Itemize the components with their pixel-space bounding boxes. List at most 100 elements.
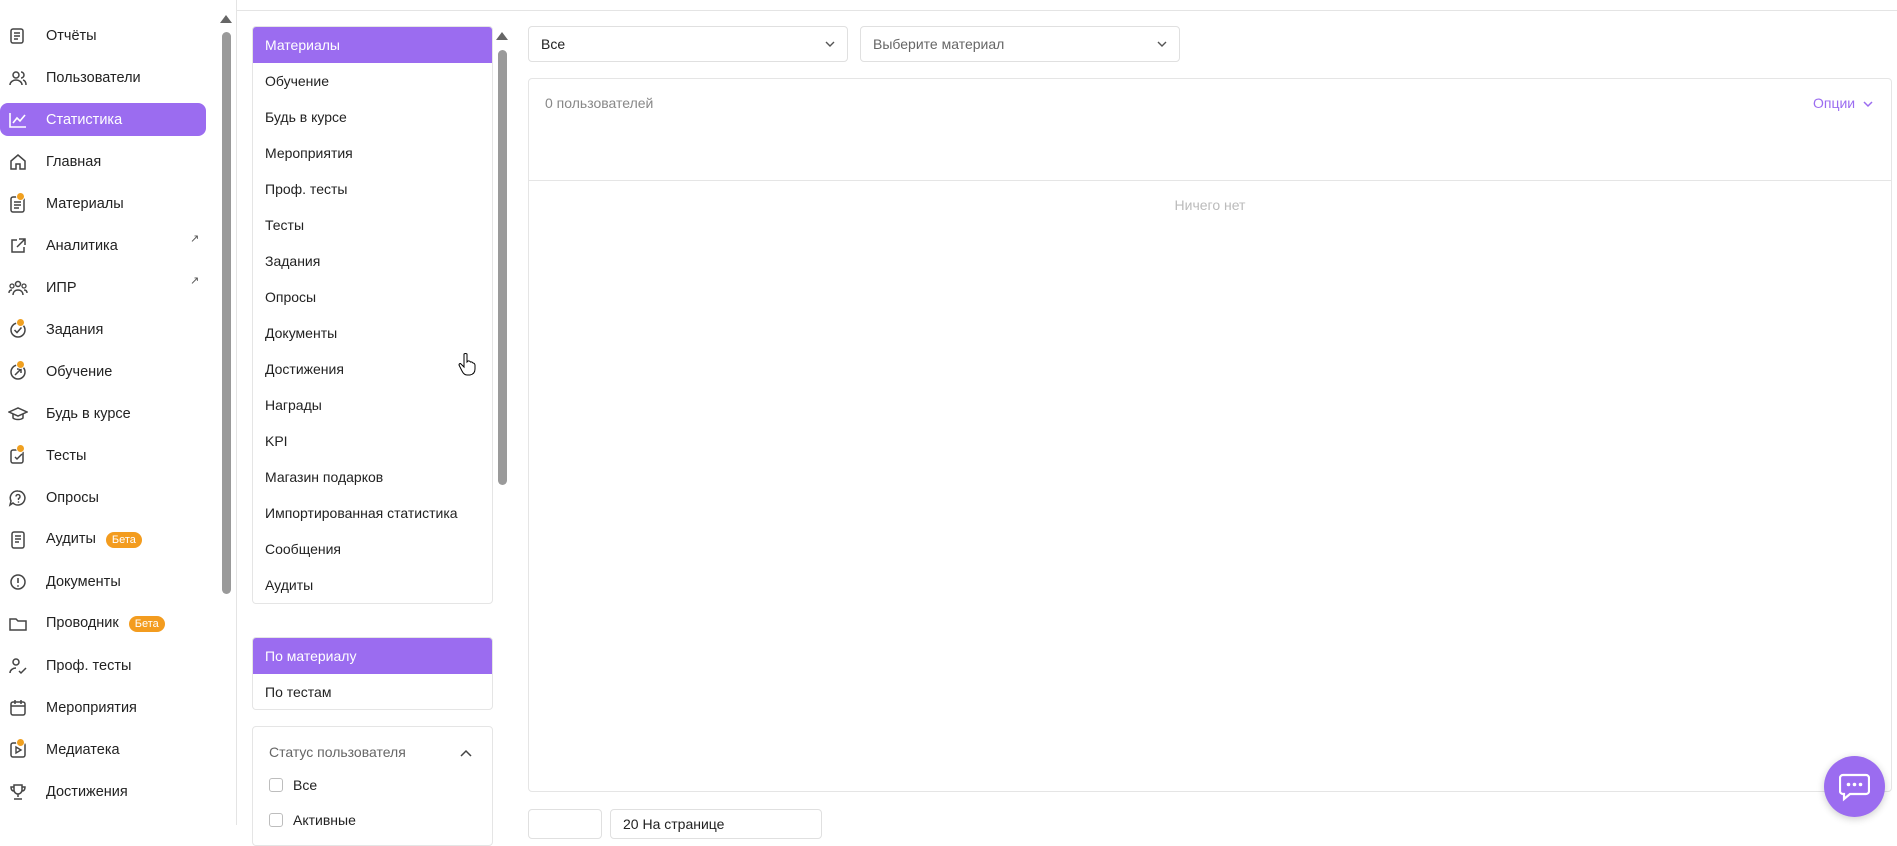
reports-icon	[8, 26, 28, 46]
calendar-icon	[8, 698, 28, 718]
hand-cursor-icon	[458, 353, 476, 376]
sidebar-item-16[interactable]: Мероприятия	[0, 691, 206, 724]
chevron-up-icon[interactable]	[460, 749, 472, 757]
user-status-title: Статус пользователя	[269, 744, 406, 760]
notification-dot	[16, 444, 25, 453]
nav-scroll-up-arrow[interactable]	[220, 15, 232, 23]
question-bubble-icon	[8, 488, 28, 508]
notification-dot	[16, 318, 25, 327]
team-icon	[8, 278, 28, 298]
sidebar-item-6[interactable]: ИПР ↗	[0, 271, 206, 304]
materials-list-item[interactable]: Проф. тесты	[253, 171, 492, 207]
sidebar-item-label: Достижения	[46, 783, 128, 800]
nav-scrollbar-thumb[interactable]	[222, 32, 231, 594]
chevron-down-icon	[1863, 101, 1873, 108]
sidebar-item-label: Аудиты	[46, 531, 96, 548]
group-by-material[interactable]: По материалу	[253, 638, 492, 674]
materials-list-item[interactable]: KPI	[253, 423, 492, 459]
sidebar-item-label: Материалы	[46, 195, 124, 212]
materials-list-item[interactable]: Импортированная статистика	[253, 495, 492, 531]
status-active-label: Активные	[293, 812, 356, 828]
type-select[interactable]: Все	[528, 26, 848, 62]
materials-list-item[interactable]: Аудиты	[253, 567, 492, 603]
chevron-down-icon	[825, 41, 835, 47]
sidebar-item-label: Обучение	[46, 363, 113, 380]
materials-list-item[interactable]: Магазин подарков	[253, 459, 492, 495]
results-panel: 0 пользователей Опции Ничего нет	[528, 78, 1892, 792]
beta-badge: Бета	[128, 615, 165, 632]
sidebar-item-4[interactable]: Материалы	[0, 187, 206, 220]
sidebar-item-label: Опросы	[46, 489, 99, 506]
folder-icon	[8, 614, 28, 634]
top-border	[237, 10, 1897, 11]
status-all-label: Все	[293, 777, 318, 793]
sidebar-item-17[interactable]: Медиатека	[0, 733, 206, 766]
materials-list-item[interactable]: Задания	[253, 243, 492, 279]
user-check-icon	[8, 656, 28, 676]
materials-list-item[interactable]: Документы	[253, 315, 492, 351]
materials-list-item[interactable]: Обучение	[253, 63, 492, 99]
chevron-down-icon	[1157, 41, 1167, 47]
materials-list-item[interactable]: Тесты	[253, 207, 492, 243]
group-by-tests[interactable]: По тестам	[253, 674, 492, 709]
sidebar-item-label: Пользователи	[46, 69, 141, 86]
sidebar-item-8[interactable]: Обучение	[0, 355, 206, 388]
chat-bubble-icon	[1839, 773, 1870, 802]
external-link-icon	[8, 236, 28, 256]
sidebar-item-9[interactable]: Будь в курсе	[0, 397, 206, 430]
sidebar-item-12[interactable]: Аудиты Бета	[0, 523, 206, 556]
sidebar-item-label: Медиатека	[46, 741, 120, 758]
per-page-select[interactable]: 20 На странице	[610, 809, 822, 839]
notification-dot	[16, 738, 25, 747]
sidebar-item-label: Главная	[46, 153, 102, 170]
sidebar-item-label: Аналитика	[46, 237, 118, 254]
materials-list-item[interactable]: Достижения	[253, 351, 492, 387]
sidebar-item-5[interactable]: Аналитика ↗	[0, 229, 206, 262]
sidebar-item-18[interactable]: Достижения	[0, 775, 206, 808]
home-icon	[8, 152, 28, 172]
pagination-control[interactable]	[528, 809, 602, 839]
sidebar-nav: Отчёты Пользователи Статистика Главная Матер…	[0, 0, 220, 825]
users-count: 0 пользователей	[545, 95, 654, 111]
sidebar-item-7[interactable]: Задания	[0, 313, 206, 346]
trophy-icon	[8, 782, 28, 802]
materials-list-panel: Материалы Обучение Будь в курсе Мероприяти…	[252, 26, 493, 604]
chat-button[interactable]	[1824, 756, 1885, 817]
sidebar-item-11[interactable]: Опросы	[0, 481, 206, 514]
sidebar-item-13[interactable]: Документы	[0, 565, 206, 598]
sidebar-item-label: Тесты	[46, 447, 87, 464]
materials-list-item[interactable]: Награды	[253, 387, 492, 423]
sidebar-item-label: Документы	[46, 573, 121, 590]
materials-list-item[interactable]: Мероприятия	[253, 135, 492, 171]
materials-list-item[interactable]: Будь в курсе	[253, 99, 492, 135]
materials-list-item[interactable]: Опросы	[253, 279, 492, 315]
notification-dot	[16, 192, 25, 201]
materials-list-item[interactable]: Сообщения	[253, 531, 492, 567]
sidebar-item-14[interactable]: Проводник Бета	[0, 607, 206, 640]
sidebar-item-3[interactable]: Главная	[0, 145, 206, 178]
sidebar-item-label: Мероприятия	[46, 699, 137, 716]
options-dropdown[interactable]: Опции	[1813, 95, 1873, 111]
sidebar-item-15[interactable]: Проф. тесты	[0, 649, 206, 682]
materials-scrollbar-thumb[interactable]	[498, 50, 507, 485]
sidebar-item-label: Задания	[46, 321, 104, 338]
material-select-placeholder: Выберите материал	[873, 36, 1005, 52]
graduation-cap-icon	[8, 404, 28, 424]
sidebar-item-label: ИПР	[46, 279, 77, 296]
empty-state: Ничего нет	[1174, 197, 1246, 213]
notification-dot	[16, 360, 25, 369]
sidebar-item-label: Проф. тесты	[46, 657, 132, 674]
grouping-panel: По материалу По тестам	[252, 637, 493, 710]
users-icon	[8, 68, 28, 88]
sidebar-item-label: Статистика	[46, 111, 123, 128]
status-all-checkbox[interactable]	[269, 778, 283, 792]
sidebar-item-0[interactable]: Отчёты	[0, 19, 206, 52]
audit-icon	[8, 530, 28, 550]
sidebar-item-1[interactable]: Пользователи	[0, 61, 206, 94]
materials-scroll-up-arrow[interactable]	[496, 32, 508, 40]
external-arrow-icon: ↗	[190, 233, 200, 245]
sidebar-item-10[interactable]: Тесты	[0, 439, 206, 472]
material-select[interactable]: Выберите материал	[860, 26, 1180, 62]
materials-list-header[interactable]: Материалы	[253, 27, 492, 63]
sidebar-item-2[interactable]: Статистика	[0, 103, 206, 136]
